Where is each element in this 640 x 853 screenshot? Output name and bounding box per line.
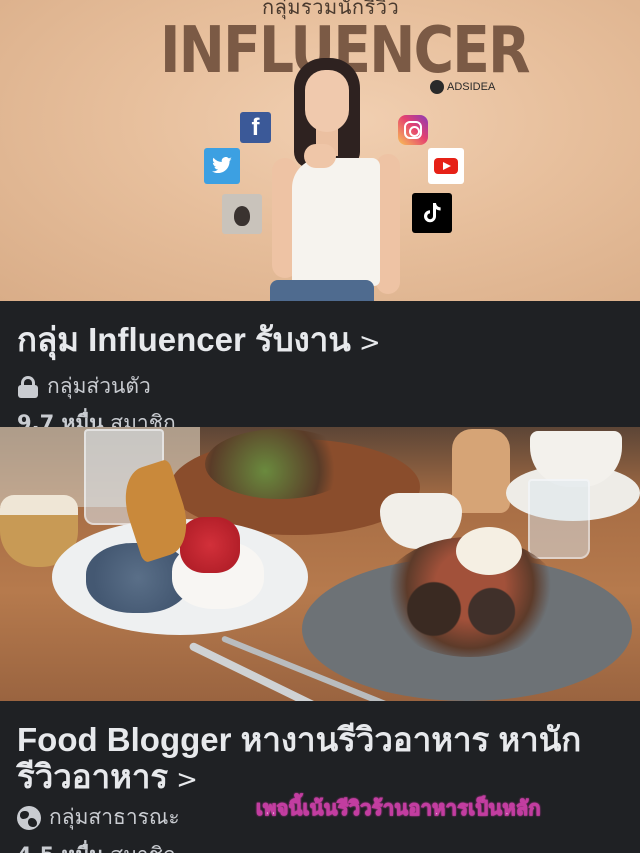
group-name[interactable]: Food Blogger หางานรีวิวอาหาร หานักรีวิวอ… bbox=[17, 721, 627, 799]
privacy-label: กลุ่มสาธารณะ bbox=[49, 805, 180, 829]
group-privacy: กลุ่มส่วนตัว bbox=[17, 370, 151, 403]
globe-icon bbox=[17, 805, 41, 830]
twitter-icon bbox=[204, 148, 240, 184]
tiktok-icon bbox=[412, 193, 452, 233]
group-privacy: กลุ่มสาธารณะ bbox=[17, 801, 180, 834]
lock-icon bbox=[17, 375, 39, 398]
chevron-right-icon[interactable]: > bbox=[359, 328, 381, 358]
member-count: 4.5 หมื่น สมาชิก bbox=[17, 839, 176, 853]
privacy-label: กลุ่มส่วนตัว bbox=[47, 374, 151, 398]
group-info-influencer[interactable]: กลุ่ม Influencer รับงาน > กลุ่มส่วนตัว 9.… bbox=[0, 301, 640, 427]
group-name[interactable]: กลุ่ม Influencer รับงาน > bbox=[17, 322, 381, 361]
overlay-caption: เพจนี้เน้นรีวิวร้านอาหารเป็นหลัก bbox=[256, 796, 541, 821]
group-name-text[interactable]: กลุ่ม Influencer รับงาน bbox=[17, 321, 351, 358]
chevron-right-icon[interactable]: > bbox=[176, 765, 198, 795]
group-cover-image-food[interactable] bbox=[0, 427, 640, 701]
agency-mark-icon bbox=[430, 80, 444, 94]
group-cover-image-influencer[interactable]: กลุ่มรวมนักรีวิว INFLUENCER ADSIDEA f bbox=[0, 0, 640, 301]
member-count: 9.7 หมื่น สมาชิก bbox=[17, 407, 176, 427]
member-count-value: 9.7 หมื่น bbox=[17, 411, 104, 427]
model-photo bbox=[262, 58, 412, 301]
member-count-label: สมาชิก bbox=[110, 411, 176, 427]
member-count-value: 4.5 หมื่น bbox=[17, 843, 104, 853]
youtube-icon bbox=[428, 148, 464, 184]
group-info-food-blogger[interactable]: Food Blogger หางานรีวิวอาหาร หานักรีวิวอ… bbox=[0, 701, 640, 853]
agency-name: ADSIDEA bbox=[447, 81, 496, 93]
group-name-text[interactable]: Food Blogger หางานรีวิวอาหาร หานักรีวิวอ… bbox=[17, 721, 581, 795]
avatar-icon bbox=[222, 194, 262, 234]
agency-logo: ADSIDEA bbox=[430, 80, 495, 94]
member-count-label: สมาชิก bbox=[110, 843, 175, 853]
